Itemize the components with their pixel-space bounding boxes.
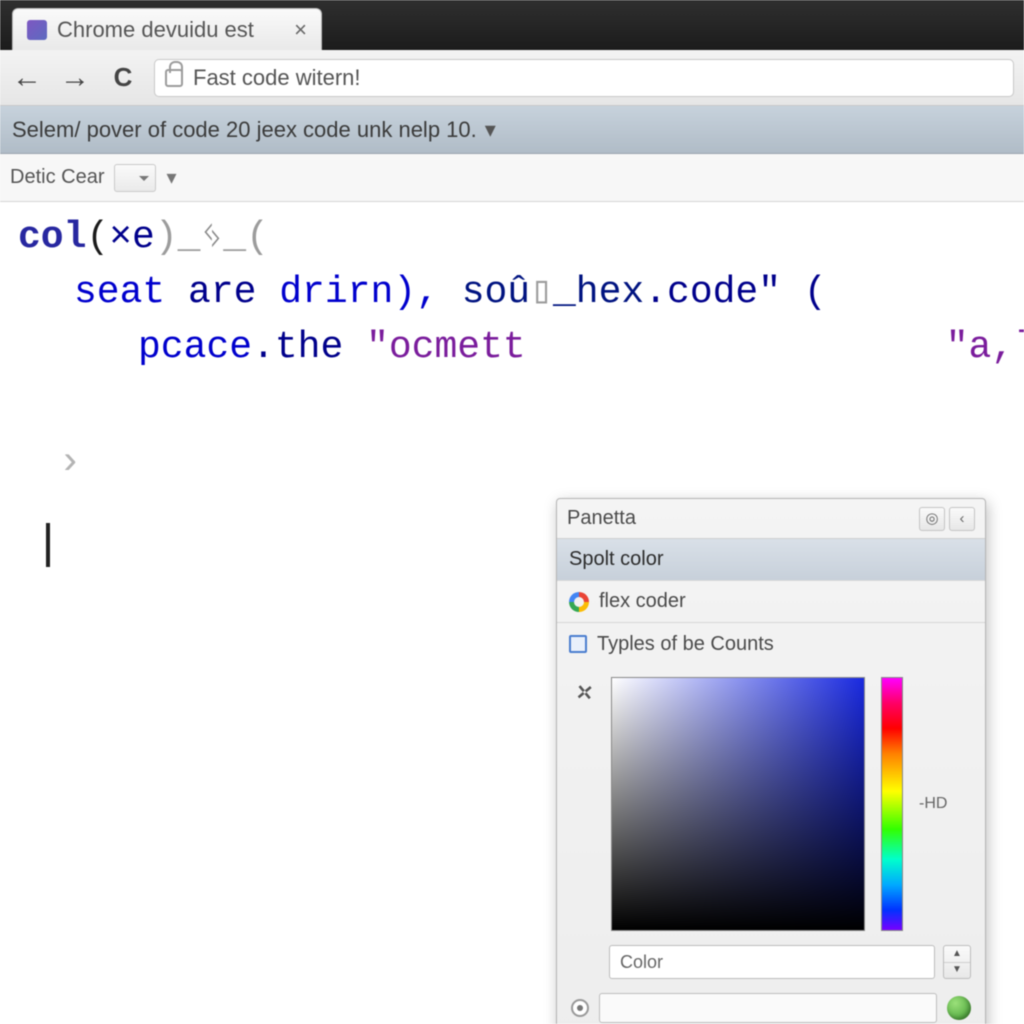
browser-tab-strip: Chrome devuidu est × bbox=[0, 0, 1024, 50]
lock-icon bbox=[165, 69, 183, 87]
tools-label: Detic Cear bbox=[10, 166, 104, 189]
stepper-down-icon[interactable]: ▼ bbox=[944, 963, 970, 979]
back-button[interactable]: ← bbox=[10, 61, 44, 95]
tools-bar: Detic Cear ▾ bbox=[0, 154, 1024, 202]
popup-header: Panetta ◎ ‹ bbox=[557, 499, 985, 539]
address-text: Fast code witern! bbox=[193, 65, 361, 91]
popup-row-spot-color[interactable]: Spolt color bbox=[557, 539, 985, 581]
address-bar[interactable]: Fast code witern! bbox=[154, 59, 1014, 97]
stepper-up-icon[interactable]: ▲ bbox=[944, 946, 970, 963]
hue-slider[interactable] bbox=[881, 677, 903, 931]
popup-row-flex-coder[interactable]: flex coder bbox=[557, 581, 985, 623]
tab-favicon bbox=[27, 20, 47, 40]
color-stepper[interactable]: ▲ ▼ bbox=[943, 945, 971, 979]
popup-collapse-button[interactable]: ‹ bbox=[949, 507, 975, 531]
tools-more-dropdown[interactable]: ▾ bbox=[166, 165, 176, 190]
hd-label: -HD bbox=[919, 792, 947, 815]
checkbox-icon[interactable] bbox=[569, 635, 587, 653]
code-line-3: pcace.the "ocmett"a,l bbox=[18, 320, 1024, 375]
popup-row-label: Typles of be Counts bbox=[597, 630, 774, 659]
forward-button[interactable]: → bbox=[58, 61, 92, 95]
breadcrumb: Selem/ pover of code 20 jeex code unk ne… bbox=[12, 117, 477, 143]
color-value-row: Color ▲ ▼ bbox=[557, 939, 985, 989]
breadcrumb-bar[interactable]: Selem/ pover of code 20 jeex code unk ne… bbox=[0, 106, 1024, 154]
color-input[interactable]: Color bbox=[609, 945, 935, 979]
eyedropper-icon[interactable]: ✛ bbox=[568, 675, 603, 711]
chevron-down-icon[interactable]: ▾ bbox=[485, 117, 496, 143]
popup-title: Panetta bbox=[567, 504, 636, 533]
color-input-label: Color bbox=[620, 949, 663, 975]
swatch-row bbox=[557, 989, 985, 1024]
code-editor[interactable]: col(×e)_ᛃ_( seat are drirn), soû▯_hex.co… bbox=[0, 202, 1024, 1024]
swatch-radio[interactable] bbox=[571, 999, 589, 1017]
close-tab-icon[interactable]: × bbox=[294, 19, 307, 41]
popup-row-label: flex coder bbox=[599, 587, 686, 616]
google-logo-icon bbox=[569, 592, 589, 612]
tab-title: Chrome devuidu est bbox=[57, 17, 254, 43]
console-prompt[interactable]: › bbox=[58, 435, 1024, 493]
popup-info-button[interactable]: ◎ bbox=[919, 507, 945, 531]
saturation-value-field[interactable] bbox=[611, 677, 865, 931]
code-line-1: col(×e)_ᛃ_( bbox=[18, 210, 1024, 265]
add-swatch-button[interactable] bbox=[947, 996, 971, 1020]
reload-button[interactable]: C bbox=[106, 61, 140, 95]
browser-toolbar: ← → C Fast code witern! bbox=[0, 50, 1024, 106]
swatch-preview[interactable] bbox=[599, 993, 937, 1023]
browser-tab[interactable]: Chrome devuidu est × bbox=[12, 8, 322, 50]
code-line-2: seat are drirn), soû▯_hex.code" ( bbox=[18, 265, 1024, 320]
popup-row-types[interactable]: Typles of be Counts bbox=[557, 623, 985, 665]
tools-dropdown[interactable] bbox=[114, 164, 156, 192]
text-cursor bbox=[46, 523, 50, 567]
popup-row-label: Spolt color bbox=[569, 545, 664, 574]
color-picker-body: ✛ -HD bbox=[557, 665, 985, 939]
color-picker-popup: Panetta ◎ ‹ Spolt color flex coder Typle… bbox=[556, 498, 986, 1024]
